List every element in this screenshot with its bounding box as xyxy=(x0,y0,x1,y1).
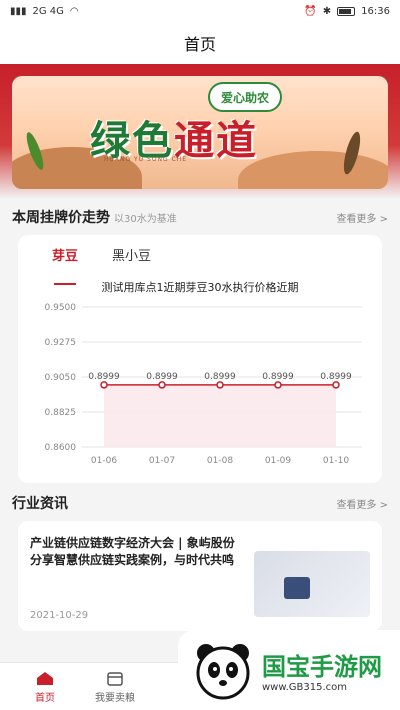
price-line-chart: 0.9500 0.9275 0.9050 0.8825 0.8600 0.8999 0.89… xyxy=(45,303,362,466)
watermark-text: 国宝手游网 www.GB315.com xyxy=(262,647,382,693)
data-point xyxy=(216,381,224,389)
news-section-header: 行业资讯 查看更多 > xyxy=(0,489,400,517)
price-more-link[interactable]: 查看更多 > xyxy=(336,210,388,225)
news-date: 2021-10-29 xyxy=(30,610,89,621)
status-bar: ▮▮▮ 2G 4G ◠ ⏰ ✱ 16:36 xyxy=(0,0,400,22)
data-point xyxy=(332,381,340,389)
hero-area: 爱心助农 绿色通道 HUANG YU SONG CHE xyxy=(0,64,400,199)
price-section-title: 本周挂牌价走势 xyxy=(12,210,110,226)
x-tick-label: 01-06 xyxy=(91,456,117,466)
alarm-icon: ⏰ xyxy=(304,5,317,17)
series-area xyxy=(104,384,336,447)
carrier-text: 2G 4G xyxy=(32,5,64,17)
tab-sell-grain[interactable]: 我要卖粮 xyxy=(80,663,150,710)
news-title: 产业链供应链数字经济大会 | 象屿股份分享智慧供应链实践案例，与时代共鸣 xyxy=(30,536,235,567)
tab-home-label: 首页 xyxy=(35,692,55,704)
tab-home[interactable]: 首页 xyxy=(10,663,80,710)
x-tick-label: 01-08 xyxy=(207,456,233,466)
y-tick-label: 0.9050 xyxy=(45,373,77,383)
price-section-note: 以30水为基准 xyxy=(114,214,177,225)
tab-sell-grain-label: 我要卖粮 xyxy=(95,692,135,704)
data-label: 0.8999 xyxy=(262,372,294,382)
x-tick-label: 01-10 xyxy=(323,456,349,466)
chart-title: 测试用库点1近期芽豆30水执行价格近期 xyxy=(101,281,299,294)
panda-logo-icon xyxy=(196,644,250,700)
y-tick-label: 0.9500 xyxy=(45,303,77,313)
data-label: 0.8999 xyxy=(88,372,120,382)
status-time: 16:36 xyxy=(361,5,390,17)
watermark-url: www.GB315.com xyxy=(262,682,348,693)
y-tick-label: 0.8825 xyxy=(45,408,77,418)
site-watermark: 国宝手游网 www.GB315.com xyxy=(178,630,400,710)
top-bar: 首页 xyxy=(0,22,400,64)
battery-icon xyxy=(337,6,356,16)
news-section-title: 行业资讯 xyxy=(12,496,68,512)
data-point xyxy=(158,381,166,389)
x-tick-label: 01-07 xyxy=(149,456,175,466)
y-tick-label: 0.9275 xyxy=(45,338,77,348)
price-section-title-wrap: 本周挂牌价走势 以30水为基准 xyxy=(12,207,177,227)
status-left: ▮▮▮ 2G 4G ◠ xyxy=(10,6,79,17)
price-section-header: 本周挂牌价走势 以30水为基准 查看更多 > xyxy=(0,203,400,231)
product-tabs: 芽豆 黑小豆 xyxy=(18,235,382,285)
news-more-link[interactable]: 查看更多 > xyxy=(336,496,388,511)
data-label: 0.8999 xyxy=(320,372,352,382)
box-icon xyxy=(107,671,123,686)
field-decoration xyxy=(238,151,388,189)
price-chart-card: 芽豆 黑小豆 测试用库点1近期芽豆30水执行价格近期 0.9500 0.9275 0… xyxy=(18,235,382,483)
news-item[interactable]: 产业链供应链数字经济大会 | 象屿股份分享智慧供应链实践案例，与时代共鸣 202… xyxy=(18,521,382,631)
data-point xyxy=(100,381,108,389)
page-title: 首页 xyxy=(183,35,216,54)
status-right: ⏰ ✱ 16:36 xyxy=(304,6,390,17)
y-tick-label: 0.8600 xyxy=(45,443,77,453)
tab-black-bean[interactable]: 黑小豆 xyxy=(112,245,151,275)
data-label: 0.8999 xyxy=(204,372,236,382)
news-thumbnail xyxy=(254,551,370,617)
data-label: 0.8999 xyxy=(146,372,178,382)
banner-subtitle: HUANG YU SONG CHE xyxy=(104,156,188,163)
home-icon xyxy=(37,671,53,685)
wifi-icon: ◠ xyxy=(69,5,79,17)
bluetooth-icon: ✱ xyxy=(322,5,332,17)
tab-sprout-bean[interactable]: 芽豆 xyxy=(52,245,78,285)
signal-icon: ▮▮▮ xyxy=(10,5,27,17)
x-tick-label: 01-09 xyxy=(265,456,291,466)
watermark-name: 国宝手游网 xyxy=(262,653,382,681)
data-point xyxy=(274,381,282,389)
promo-banner[interactable]: 爱心助农 绿色通道 HUANG YU SONG CHE xyxy=(12,76,388,189)
